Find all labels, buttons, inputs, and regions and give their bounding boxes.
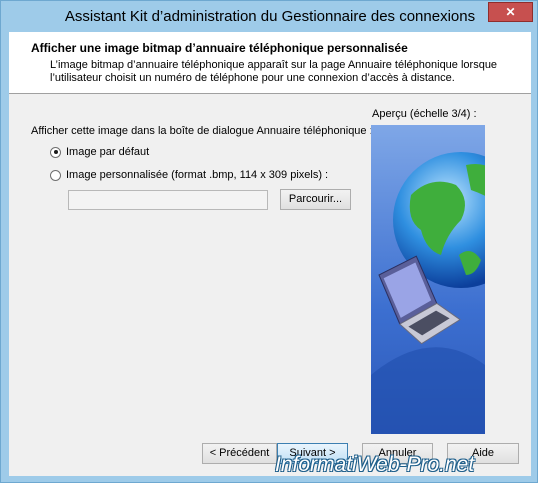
preview-label: Aperçu (échelle 3/4) : [372, 108, 477, 120]
page-title: Afficher une image bitmap d’annuaire tél… [31, 41, 408, 55]
dialog-window: Assistant Kit d’administration du Gestio… [0, 0, 538, 483]
wizard-header: Afficher une image bitmap d’annuaire tél… [9, 32, 531, 94]
image-prompt-label: Afficher cette image dans la boîte de di… [31, 125, 373, 137]
radio-default-image[interactable]: Image par défaut [50, 146, 149, 158]
window-title: Assistant Kit d’administration du Gestio… [64, 8, 476, 25]
radio-custom-image[interactable]: Image personnalisée (format .bmp, 114 x … [50, 169, 328, 181]
radio-button[interactable] [50, 169, 61, 181]
image-path-input[interactable] [68, 190, 268, 210]
browse-button[interactable]: Parcourir... [280, 189, 351, 210]
watermark-text: InformatiWeb-Pro.net [275, 453, 475, 476]
radio-label[interactable]: Image par défaut [66, 146, 149, 158]
wizard-client-area: Afficher une image bitmap d’annuaire tél… [9, 32, 531, 476]
close-button[interactable]: ✕ [488, 2, 533, 22]
phonebook-preview-image [371, 125, 485, 434]
page-description: L’image bitmap d’annuaire téléphonique a… [50, 59, 498, 84]
globe-laptop-illustration [371, 152, 485, 434]
title-bar[interactable]: Assistant Kit d’administration du Gestio… [1, 1, 538, 33]
radio-label[interactable]: Image personnalisée (format .bmp, 114 x … [66, 169, 328, 181]
previous-button[interactable]: < Précédent [202, 443, 277, 464]
radio-button[interactable] [50, 146, 61, 158]
